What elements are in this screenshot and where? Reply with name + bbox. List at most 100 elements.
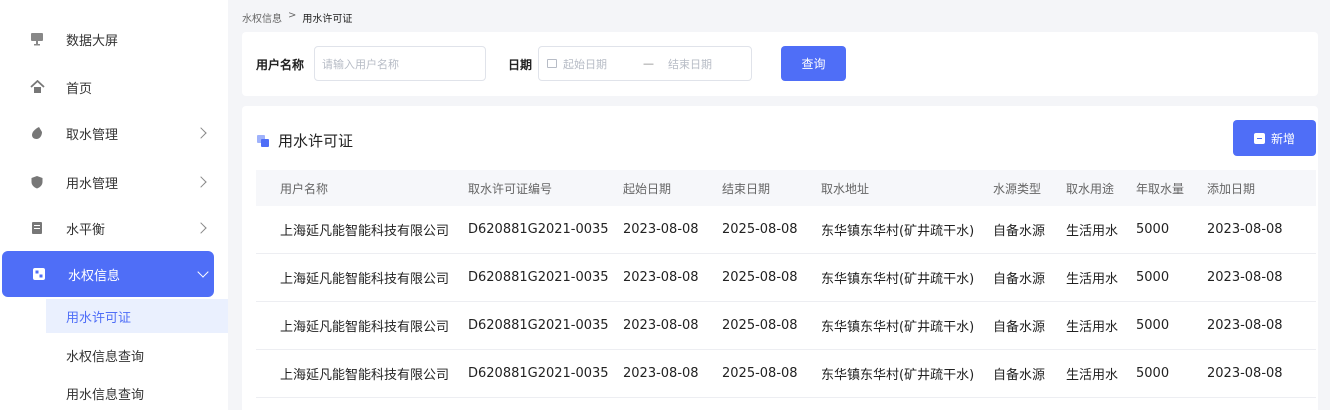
sidebar-item-home[interactable]: 首页 (0, 64, 214, 110)
table-header: 用户名称 取水许可证编号 起始日期 结束日期 取水地址 水源类型 取水用途 年取… (256, 170, 1316, 206)
sidebar-subitem-water-permit[interactable]: 用水许可证 (46, 299, 228, 333)
cell-source-type: 自备水源 (993, 224, 1046, 239)
sidebar-item-label: 首页 (66, 81, 93, 97)
date-label: 日期 (508, 58, 533, 72)
sidebar-item-water-use[interactable]: 用水管理 (0, 159, 214, 205)
cell-added-date: 2023-08-08 (1207, 270, 1283, 285)
cell-start-date: 2023-08-08 (623, 222, 699, 237)
cell-end-date: 2025-08-08 (722, 270, 798, 285)
breadcrumb-parent[interactable]: 水权信息 (242, 10, 282, 25)
cell-start-date: 2023-08-08 (623, 318, 699, 333)
chevron-right-icon (195, 222, 207, 234)
sidebar-subitem-label: 水权信息查询 (66, 349, 145, 365)
cell-end-date: 2025-08-08 (722, 318, 798, 333)
breadcrumb-separator: > (288, 10, 297, 21)
table-row[interactable]: 上海延凡能智能科技有限公司 D620881G2021-0035 2023-08-… (256, 302, 1316, 350)
user-name-label: 用户名称 (256, 58, 305, 72)
table-row[interactable]: 上海延凡能智能科技有限公司 D620881G2021-0035 2023-08-… (256, 206, 1316, 254)
cell-address: 东华镇东华村(矿井疏干水) (821, 368, 975, 383)
cell-source-type: 自备水源 (993, 320, 1046, 335)
chevron-right-icon (195, 176, 207, 188)
cell-annual-volume: 5000 (1136, 366, 1170, 381)
sidebar-item-water-balance[interactable]: 水平衡 (0, 205, 214, 251)
sidebar-item-label: 水平衡 (66, 222, 106, 238)
cell-permit-number: D620881G2021-0035 (468, 270, 609, 285)
column-header: 年取水量 (1136, 181, 1185, 196)
user-name-input[interactable]: 请输入用户名称 (314, 46, 486, 81)
sidebar: 数据大屏 首页 取水管理 用水管理 水平衡 水权信息 用水许可证 水权信息查询 … (0, 0, 228, 410)
sidebar-item-water-rights[interactable]: 水权信息 (2, 251, 214, 297)
start-date-placeholder[interactable]: 起始日期 (563, 56, 607, 72)
column-header: 用户名称 (280, 181, 329, 196)
cell-address: 东华镇东华村(矿井疏干水) (821, 320, 975, 335)
column-header: 起始日期 (623, 181, 672, 196)
sidebar-subitem-usage-query[interactable]: 用水信息查询 (46, 376, 228, 410)
cell-permit-number: D620881G2021-0035 (468, 318, 609, 333)
sidebar-item-water-intake[interactable]: 取水管理 (0, 110, 214, 156)
sidebar-item-label: 数据大屏 (66, 33, 119, 49)
date-range-picker[interactable]: 起始日期 — 结束日期 (538, 46, 752, 81)
title-squares-icon (257, 134, 270, 147)
shield-icon (29, 174, 45, 190)
cell-usage: 生活用水 (1066, 368, 1119, 383)
add-button[interactable]: 新增 (1233, 120, 1316, 156)
add-button-label: 新增 (1270, 131, 1295, 146)
chevron-down-icon (197, 266, 209, 278)
cell-end-date: 2025-08-08 (722, 366, 798, 381)
monitor-icon (29, 31, 45, 47)
cell-source-type: 自备水源 (993, 272, 1046, 287)
column-header: 取水许可证编号 (468, 181, 553, 196)
sidebar-item-label: 取水管理 (66, 127, 119, 143)
app: 数据大屏 首页 取水管理 用水管理 水平衡 水权信息 用水许可证 水权信息查询 … (0, 0, 1330, 410)
document-icon (29, 220, 45, 236)
column-header: 取水地址 (821, 181, 870, 196)
cell-user-name: 上海延凡能智能科技有限公司 (280, 224, 450, 239)
sidebar-subitem-label: 用水信息查询 (66, 387, 145, 403)
column-header: 结束日期 (722, 181, 771, 196)
chevron-right-icon (195, 127, 207, 139)
add-icon (1253, 132, 1265, 144)
sidebar-item-label: 用水管理 (66, 176, 119, 192)
sidebar-item-label: 水权信息 (68, 268, 121, 284)
calendar-icon (547, 59, 557, 68)
cell-added-date: 2023-08-08 (1207, 318, 1283, 333)
breadcrumb: 水权信息 > 用水许可证 (242, 10, 352, 25)
cell-annual-volume: 5000 (1136, 222, 1170, 237)
permit-panel: 用水许可证 新增 用户名称 取水许可证编号 起始日期 结束日期 取水地址 水源类… (242, 106, 1318, 410)
permit-table: 用户名称 取水许可证编号 起始日期 结束日期 取水地址 水源类型 取水用途 年取… (256, 170, 1316, 398)
cell-user-name: 上海延凡能智能科技有限公司 (280, 272, 450, 287)
column-header: 添加日期 (1207, 181, 1256, 196)
cell-usage: 生活用水 (1066, 272, 1119, 287)
cell-address: 东华镇东华村(矿井疏干水) (821, 272, 975, 287)
cell-address: 东华镇东华村(矿井疏干水) (821, 224, 975, 239)
query-button[interactable]: 查询 (781, 46, 846, 81)
page-title: 用水许可证 (257, 130, 353, 151)
cell-permit-number: D620881G2021-0035 (468, 222, 609, 237)
cell-annual-volume: 5000 (1136, 270, 1170, 285)
cell-usage: 生活用水 (1066, 320, 1119, 335)
range-separator: — (643, 57, 654, 70)
end-date-placeholder[interactable]: 结束日期 (668, 56, 712, 72)
column-header: 取水用途 (1066, 181, 1115, 196)
cell-start-date: 2023-08-08 (623, 270, 699, 285)
sidebar-subitem-label: 用水许可证 (66, 310, 132, 326)
user-name-placeholder: 请输入用户名称 (322, 57, 399, 71)
cell-user-name: 上海延凡能智能科技有限公司 (280, 320, 450, 335)
page-title-text: 用水许可证 (278, 132, 354, 150)
table-row[interactable]: 上海延凡能智能科技有限公司 D620881G2021-0035 2023-08-… (256, 254, 1316, 302)
cell-added-date: 2023-08-08 (1207, 366, 1283, 381)
cell-end-date: 2025-08-08 (722, 222, 798, 237)
sidebar-subitem-rights-query[interactable]: 水权信息查询 (46, 338, 228, 372)
grid-icon (31, 266, 47, 282)
cell-user-name: 上海延凡能智能科技有限公司 (280, 368, 450, 383)
column-header: 水源类型 (993, 181, 1042, 196)
cell-source-type: 自备水源 (993, 368, 1046, 383)
cell-start-date: 2023-08-08 (623, 366, 699, 381)
home-icon (29, 79, 45, 95)
water-drop-icon (29, 125, 45, 141)
table-row[interactable]: 上海延凡能智能科技有限公司 D620881G2021-0035 2023-08-… (256, 350, 1316, 398)
cell-usage: 生活用水 (1066, 224, 1119, 239)
sidebar-item-dashboard[interactable]: 数据大屏 (0, 16, 214, 62)
cell-permit-number: D620881G2021-0035 (468, 366, 609, 381)
filter-bar: 用户名称 请输入用户名称 日期 起始日期 — 结束日期 查询 (242, 32, 1318, 96)
